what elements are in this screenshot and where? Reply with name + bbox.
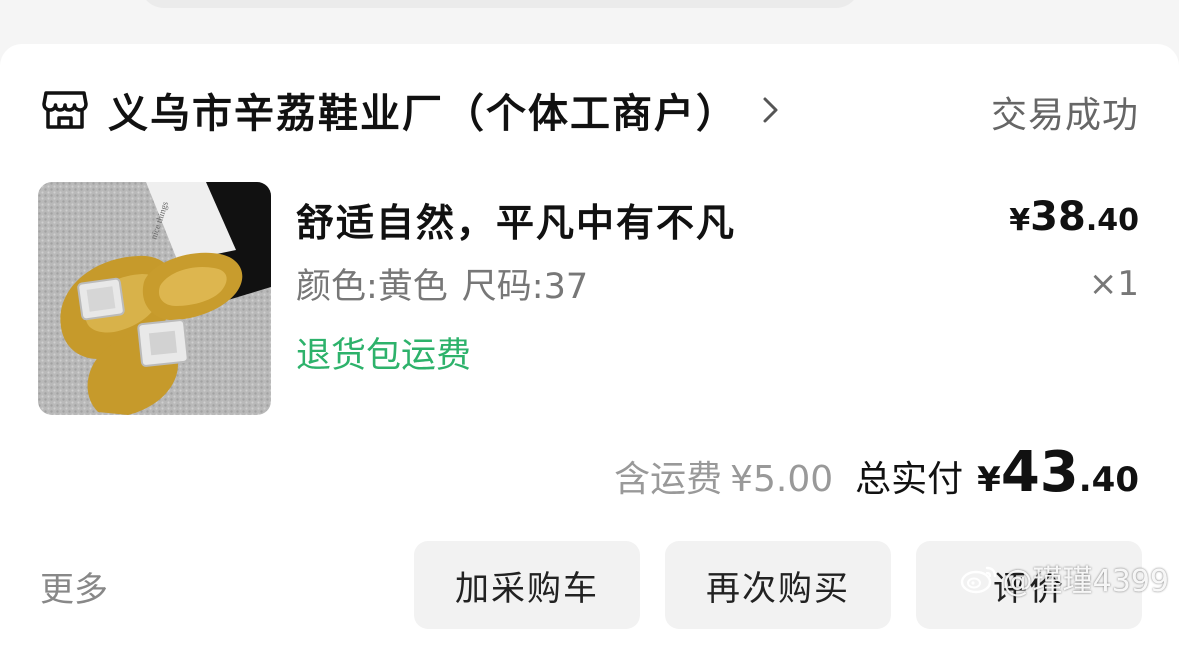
- search-bar-edge[interactable]: [140, 0, 860, 8]
- total-paid-label: 总实付: [855, 459, 964, 500]
- return-shipping-tag: 退货包运费: [296, 336, 472, 376]
- add-to-cart-button[interactable]: 加采购车: [414, 541, 640, 629]
- product-title[interactable]: 舒适自然，平凡中有不凡: [296, 192, 736, 247]
- product-specs: 颜色:黄色 尺码:37: [296, 258, 588, 309]
- total-integer: 43: [1000, 440, 1079, 505]
- total-decimal: .40: [1078, 460, 1139, 500]
- watermark-text: @瑾瑾4399: [1002, 564, 1169, 599]
- total-currency: ¥: [977, 460, 1001, 500]
- freight-value: ¥5.00: [730, 459, 834, 500]
- shop-header[interactable]: 义乌市辛荔鞋业厂（个体工商户）: [40, 81, 782, 139]
- price-currency: ¥: [1009, 203, 1031, 238]
- price-decimal: .40: [1085, 203, 1139, 238]
- unit-price: ¥38.40: [1009, 194, 1139, 240]
- weibo-logo-icon: [960, 566, 996, 594]
- top-strip: [0, 0, 1179, 44]
- weibo-watermark: @瑾瑾4399: [959, 556, 1169, 600]
- quantity: ×1: [1088, 264, 1139, 304]
- chevron-right-icon[interactable]: [760, 95, 782, 125]
- price-integer: 38: [1030, 194, 1086, 240]
- shop-name[interactable]: 义乌市辛荔鞋业厂（个体工商户）: [108, 81, 738, 139]
- order-total-row: 含运费 ¥5.00 总实付 ¥ 43 .40: [614, 440, 1139, 505]
- order-status: 交易成功: [990, 95, 1139, 136]
- spec-color: 颜色:黄色: [296, 267, 448, 307]
- buy-again-button[interactable]: 再次购买: [665, 541, 891, 629]
- storefront-icon: [42, 91, 88, 129]
- more-button[interactable]: 更多: [40, 562, 108, 611]
- product-thumbnail[interactable]: nice things: [38, 182, 271, 415]
- freight-label: 含运费: [614, 459, 723, 500]
- spec-size: 尺码:37: [461, 267, 589, 307]
